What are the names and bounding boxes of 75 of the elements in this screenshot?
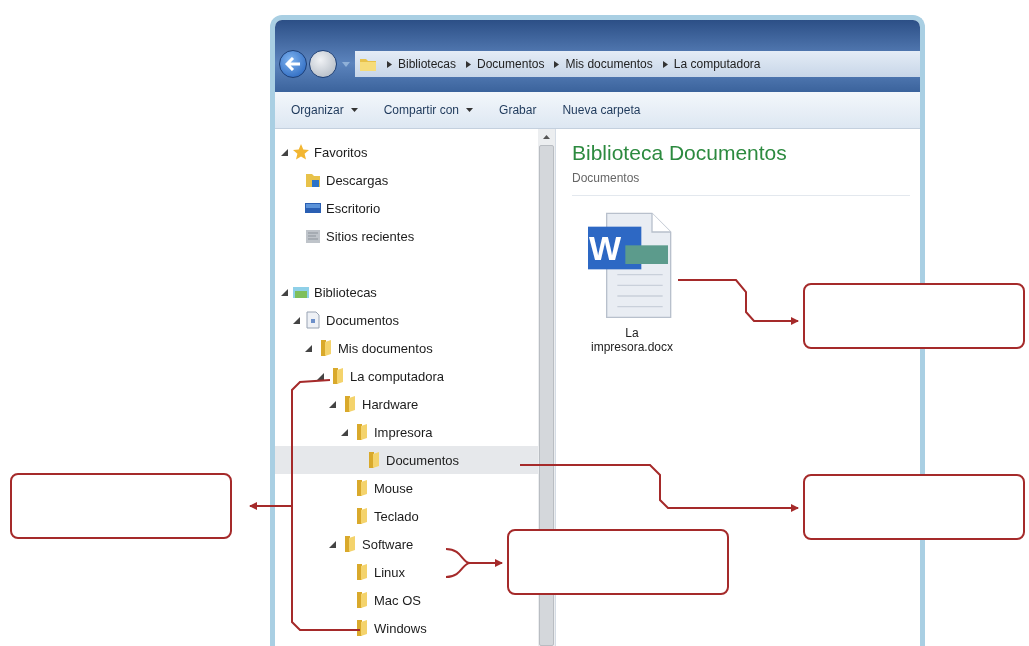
- breadcrumb[interactable]: La computadora: [673, 57, 761, 71]
- expand-arrow-icon[interactable]: [329, 540, 336, 548]
- forward-button[interactable]: [309, 50, 337, 78]
- chevron-icon: [387, 60, 392, 68]
- tree-label: Software: [362, 536, 414, 552]
- answer-box[interactable]: [507, 529, 729, 595]
- expand-arrow-icon[interactable]: [281, 148, 288, 156]
- document-icon: [304, 311, 322, 329]
- star-icon: [292, 143, 310, 161]
- caret-icon: [350, 108, 358, 112]
- tree-label: Impresora: [374, 424, 433, 440]
- breadcrumb[interactable]: Bibliotecas: [398, 57, 457, 71]
- downloads-folder-icon: [304, 171, 322, 189]
- expand-arrow-icon[interactable]: [341, 428, 348, 436]
- tree-item[interactable]: Mac OS: [275, 586, 427, 614]
- tree-label: Hardware: [362, 396, 419, 412]
- tree-item[interactable]: Software: [275, 530, 420, 558]
- answer-box[interactable]: [10, 473, 232, 539]
- tree-item[interactable]: Linux: [275, 558, 412, 586]
- tree-item[interactable]: Mis documentos: [275, 334, 439, 362]
- tree-item[interactable]: Escritorio: [275, 194, 387, 222]
- tree-label: Documentos: [386, 452, 459, 468]
- tree-label: La computadora: [350, 368, 444, 384]
- tree-label: Mis documentos: [338, 340, 433, 356]
- chevron-icon: [466, 60, 472, 68]
- tree-item[interactable]: Mouse: [275, 474, 420, 502]
- tree-label: Bibliotecas: [314, 284, 377, 300]
- expand-arrow-icon[interactable]: [293, 316, 300, 324]
- tree-item[interactable]: Documentos: [275, 306, 405, 334]
- tree-label: Descargas: [326, 172, 389, 188]
- tree-label: Windows: [374, 620, 427, 636]
- answer-box[interactable]: [803, 474, 1025, 540]
- file-name: La impresora.docx: [590, 326, 674, 354]
- tree-item[interactable]: Impresora: [275, 418, 439, 446]
- expand-arrow-icon[interactable]: [305, 344, 312, 352]
- tree-item[interactable]: Descargas: [275, 166, 395, 194]
- tree-label: Mouse: [374, 480, 414, 496]
- toolbar-button[interactable]: Organizar: [285, 99, 364, 121]
- tree-item[interactable]: La computadora: [275, 362, 450, 390]
- tree-item[interactable]: Favoritos: [275, 138, 374, 166]
- icon-letter: W: [589, 230, 622, 266]
- tree-label: Sitios recientes: [326, 228, 415, 244]
- answer-box[interactable]: [803, 283, 1025, 349]
- tree-item[interactable]: Documentos: [275, 446, 538, 474]
- expand-arrow-icon[interactable]: [329, 400, 336, 408]
- address-bar[interactable]: Bibliotecas Documentos Mis documentos La computadora: [355, 51, 920, 77]
- library-title: Biblioteca Documentos: [572, 141, 788, 165]
- tree-label: Mac OS: [374, 592, 421, 608]
- tree-item[interactable]: Sitios recientes: [275, 222, 421, 250]
- tree-item[interactable]: Teclado: [275, 502, 425, 530]
- back-button[interactable]: [279, 50, 307, 78]
- arrow-up-icon[interactable]: [543, 135, 550, 139]
- caret-icon: [466, 108, 474, 112]
- leader-line: [445, 548, 503, 578]
- file-item[interactable]: W La impresora.docx: [580, 208, 684, 354]
- chevron-icon: [554, 60, 560, 68]
- breadcrumb[interactable]: Documentos: [477, 57, 545, 71]
- expand-arrow-icon[interactable]: [281, 288, 288, 296]
- toolbar-button[interactable]: Compartir con: [377, 99, 480, 121]
- tree-label: Documentos: [326, 312, 399, 328]
- chevron-icon: [662, 60, 668, 68]
- tree-label: Teclado: [374, 508, 419, 524]
- tree-label: Favoritos: [314, 144, 368, 160]
- toolbar-button[interactable]: Grabar: [493, 99, 543, 121]
- tree-item[interactable]: Hardware: [275, 390, 425, 418]
- tree-item[interactable]: Bibliotecas: [275, 278, 383, 306]
- expand-arrow-icon[interactable]: [317, 372, 324, 380]
- recent-places-icon: [304, 227, 322, 245]
- toolbar-button[interactable]: Nueva carpeta: [556, 99, 647, 121]
- breadcrumb[interactable]: Mis documentos: [565, 57, 653, 71]
- tree-item[interactable]: Windows: [275, 614, 433, 642]
- tree-label: Linux: [374, 564, 406, 580]
- arrow-left-icon: [285, 57, 301, 71]
- tree-label: Escritorio: [326, 200, 381, 216]
- library-subtitle: Documentos: [572, 171, 641, 185]
